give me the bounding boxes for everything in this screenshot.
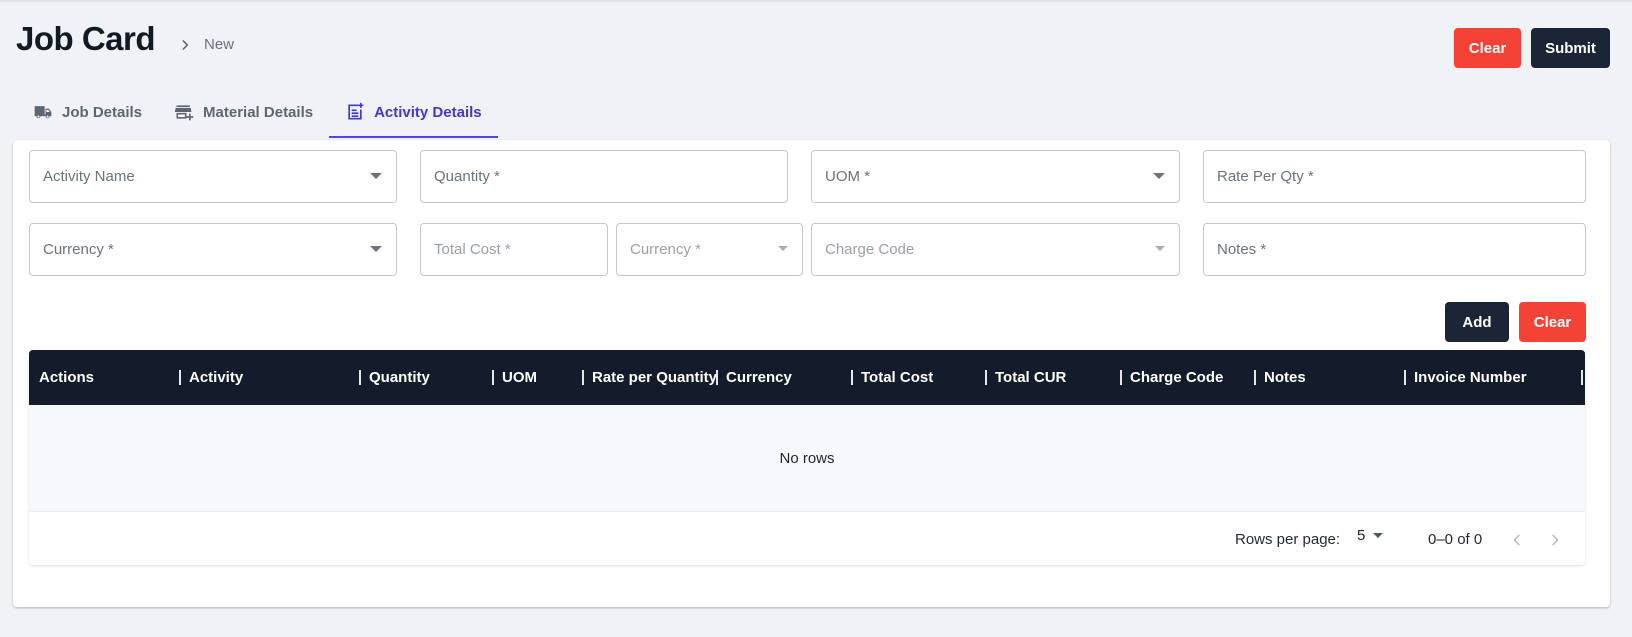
dropdown-arrow-icon [370, 246, 382, 252]
empty-message: No rows [779, 449, 835, 467]
field-label: Currency * [630, 241, 701, 258]
tab-bar: Job Details Material Details Activity De… [17, 86, 498, 138]
table-header: Actions Activity Quantity UOM Rate per Q… [29, 350, 1585, 405]
store-add-icon [174, 102, 194, 122]
submit-button[interactable]: Submit [1531, 28, 1610, 68]
rows-per-page-select[interactable]: 5 [1357, 527, 1384, 544]
currency-select[interactable]: Currency * [29, 223, 397, 276]
column-header-notes[interactable]: Notes [1264, 350, 1306, 405]
table-pagination: Rows per page: 5 0–0 of 0 [29, 511, 1585, 565]
column-header-quantity[interactable]: Quantity [369, 350, 430, 405]
column-header-rate-per-quantity[interactable]: Rate per Quantity [592, 350, 717, 405]
dropdown-arrow-icon [370, 173, 382, 179]
column-header-charge-code[interactable]: Charge Code [1130, 350, 1223, 405]
column-separator[interactable] [1581, 370, 1583, 385]
column-header-invoice-number[interactable]: Invoice Number [1414, 350, 1527, 405]
tab-job-details[interactable]: Job Details [17, 86, 158, 138]
breadcrumb-current: New [204, 36, 235, 53]
header-actions: Clear Submit [1454, 28, 1610, 68]
column-separator[interactable] [985, 370, 987, 385]
column-separator[interactable] [851, 370, 853, 385]
page-title: Job Card [16, 20, 156, 57]
dropdown-arrow-icon [1153, 173, 1165, 179]
activity-name-select[interactable]: Activity Name [29, 150, 397, 203]
field-label: Activity Name [43, 168, 135, 185]
charge-code-select[interactable]: Charge Code [811, 223, 1180, 276]
chevron-right-icon [178, 38, 192, 52]
column-separator[interactable] [179, 370, 181, 385]
form-clear-button[interactable]: Clear [1519, 302, 1586, 342]
clear-button[interactable]: Clear [1454, 28, 1521, 68]
column-separator[interactable] [1254, 370, 1256, 385]
tab-activity-details[interactable]: Activity Details [329, 86, 498, 138]
rows-per-page-value: 5 [1357, 527, 1366, 544]
total-cost-field[interactable]: Total Cost * [420, 223, 608, 276]
activity-details-card: Activity Name Quantity * UOM * Rate Per … [13, 140, 1610, 607]
field-label: Currency * [43, 241, 114, 258]
uom-select[interactable]: UOM * [811, 150, 1180, 203]
previous-page-button[interactable] [1503, 526, 1531, 554]
column-header-currency[interactable]: Currency [726, 350, 792, 405]
dropdown-arrow-icon [778, 246, 788, 251]
form-actions: Add Clear [1445, 302, 1586, 342]
tab-label: Job Details [62, 103, 143, 121]
quantity-field[interactable]: Quantity * [420, 150, 788, 203]
field-label: Rate Per Qty * [1217, 168, 1314, 185]
total-currency-select[interactable]: Currency * [616, 223, 803, 276]
next-page-button[interactable] [1541, 526, 1569, 554]
dropdown-arrow-icon [1373, 533, 1384, 538]
tab-material-details[interactable]: Material Details [158, 86, 329, 138]
tab-label: Activity Details [374, 103, 482, 121]
column-separator[interactable] [359, 370, 361, 385]
field-label: Total Cost * [434, 241, 511, 258]
field-label: UOM * [825, 168, 870, 185]
column-separator[interactable] [582, 370, 584, 385]
truck-icon [33, 102, 53, 122]
dropdown-arrow-icon [1155, 246, 1165, 251]
field-label: Charge Code [825, 241, 915, 258]
pagination-range: 0–0 of 0 [1428, 531, 1483, 548]
field-label: Notes * [1217, 241, 1267, 258]
column-header-total-cur[interactable]: Total CUR [995, 350, 1066, 405]
column-header-activity[interactable]: Activity [189, 350, 243, 405]
column-header-actions[interactable]: Actions [39, 350, 94, 405]
column-separator[interactable] [492, 370, 494, 385]
chevron-right-icon [1552, 534, 1559, 546]
top-border [0, 0, 1632, 2]
tab-label: Material Details [203, 103, 314, 121]
rate-per-qty-field[interactable]: Rate Per Qty * [1203, 150, 1586, 203]
table-body: No rows [29, 405, 1585, 511]
page-header: Job Card New Clear Submit [16, 18, 1610, 74]
notes-field[interactable]: Notes * [1203, 223, 1586, 276]
column-header-uom[interactable]: UOM [502, 350, 537, 405]
rows-per-page-label: Rows per page: [1235, 531, 1341, 548]
chevron-left-icon [1513, 534, 1520, 546]
breadcrumb: New [178, 36, 234, 53]
field-label: Quantity * [434, 168, 500, 185]
column-header-total-cost[interactable]: Total Cost [861, 350, 933, 405]
activity-table: Actions Activity Quantity UOM Rate per Q… [29, 350, 1585, 565]
column-separator[interactable] [716, 370, 718, 385]
column-separator[interactable] [1404, 370, 1406, 385]
column-separator[interactable] [1120, 370, 1122, 385]
add-button[interactable]: Add [1445, 302, 1509, 342]
note-add-icon [345, 102, 365, 122]
